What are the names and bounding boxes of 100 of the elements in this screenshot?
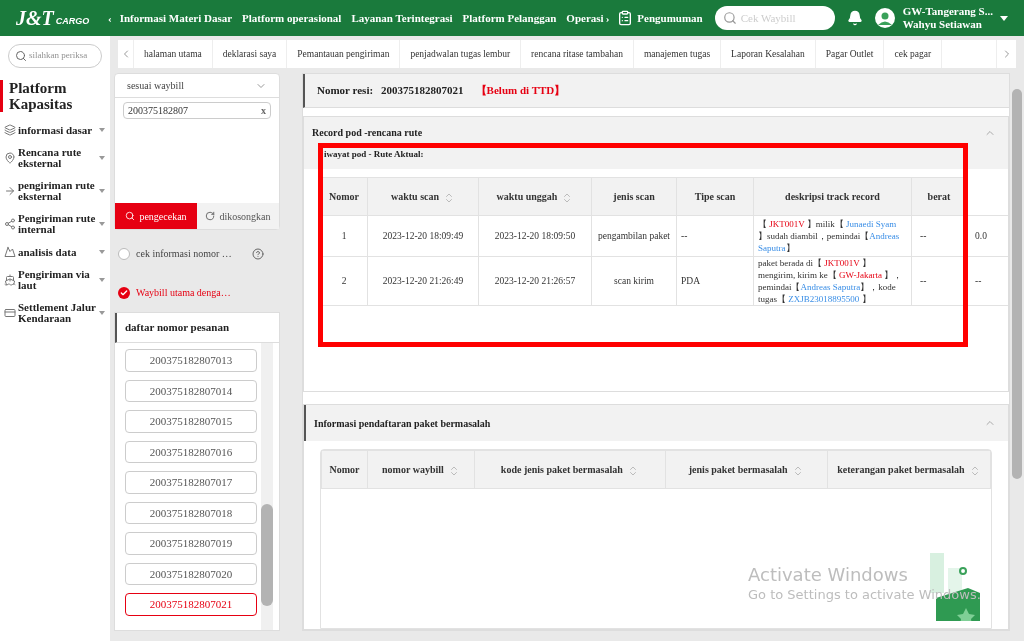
waybill-input[interactable]: 200375182807 x <box>123 102 271 119</box>
tab[interactable]: manajemen tugas <box>633 40 722 68</box>
announcement-link[interactable]: Pengumuman <box>637 9 703 27</box>
track-description: paket berada di【 JKT001V 】mengirim, kirim ke【 GW-Jakarta 】，pemindai【Andreas Saputra】，kode tugas【 ZXJB23018895500 】 <box>753 256 912 306</box>
order-number-item[interactable]: 200375182807018 <box>125 501 257 524</box>
column-header[interactable]: waktu unggah <box>478 177 592 216</box>
bell-icon[interactable] <box>846 10 863 26</box>
card-icon <box>4 307 16 319</box>
sidebar-item[interactable]: analisis data <box>0 246 110 258</box>
search-icon <box>125 211 136 221</box>
radio-button[interactable] <box>118 247 130 260</box>
order-number-item[interactable]: 200375182807016 <box>125 440 257 463</box>
tab[interactable]: cek pagar <box>884 40 943 68</box>
order-number-item[interactable]: 200375182807019 <box>125 532 257 555</box>
nav-item[interactable]: Platform operasional <box>242 9 342 27</box>
section-title: Record pod -rencana rute <box>312 126 423 140</box>
column-header: Tipe scan <box>676 177 754 216</box>
tab[interactable]: Pagar Outlet <box>815 40 885 68</box>
help-icon[interactable] <box>252 247 264 260</box>
receipt-label: Nomor resi: <box>317 83 374 99</box>
column-header[interactable]: kode jenis paket bermasalah <box>474 450 666 489</box>
order-number-item[interactable]: 200375182807017 <box>125 471 257 494</box>
order-number-item[interactable]: 200375182807020 <box>125 562 257 585</box>
tab[interactable]: deklarasi saya <box>212 40 288 68</box>
order-number-item[interactable]: 200375182807013 <box>125 349 257 372</box>
map-pin-icon <box>4 152 16 164</box>
user-name: Wahyu Setiawan <box>902 18 983 31</box>
nav-item[interactable]: Operasi <box>566 9 604 27</box>
sidebar-item[interactable]: pengiriman rute eksternal <box>0 180 110 202</box>
nav-item[interactable]: Layanan Terintegrasi <box>351 9 453 27</box>
order-number-item[interactable]: 200375182807014 <box>125 379 257 402</box>
caret-icon <box>98 126 106 134</box>
sidebar-item[interactable]: Pengiriman via laut <box>0 269 110 291</box>
column-header[interactable]: nomor waybill <box>367 450 475 489</box>
option-label: Waybill utama denga… <box>136 286 232 300</box>
scroll-left-button[interactable]: ‹ <box>108 9 112 27</box>
branch-icon <box>4 218 16 230</box>
caret-icon <box>98 220 106 228</box>
table-cell: 2023-12-20 18:09:50 <box>478 215 592 257</box>
check-button[interactable]: pengecekan <box>115 203 197 229</box>
order-number-item[interactable]: 200375182807021 <box>125 593 257 616</box>
radio-button[interactable] <box>118 286 130 299</box>
tab[interactable]: halaman utama <box>134 40 213 68</box>
receipt-status: 【Belum di TTD】 <box>475 83 566 99</box>
arrow-right-icon <box>4 185 16 197</box>
mode-select[interactable]: sesuai waybill <box>115 74 279 98</box>
tab[interactable]: penjadwalan tugas lembur <box>400 40 522 68</box>
receipt-number: 200375182807021 <box>381 83 464 99</box>
column-header: Nomor <box>320 177 368 216</box>
table-cell: scan kirim <box>591 256 677 306</box>
table-cell: -- <box>676 215 754 257</box>
column-header: Nomor <box>321 450 368 489</box>
scrollbar-thumb[interactable] <box>1012 89 1022 479</box>
sidebar-item[interactable]: Pengiriman rute internal <box>0 213 110 235</box>
column-header: deskripsi track record <box>753 177 912 216</box>
column-header: jenis scan <box>591 177 677 216</box>
reset-button[interactable]: dikosongkan <box>197 203 279 229</box>
table-cell: 2023-12-20 21:26:57 <box>478 256 592 306</box>
order-number-item[interactable]: 200375182807015 <box>125 410 257 433</box>
list-title: daftar nomor pesanan <box>115 313 279 343</box>
area-chart-icon <box>4 246 16 258</box>
caret-icon <box>98 248 106 256</box>
caret-icon[interactable] <box>1000 14 1008 22</box>
table-cell: 1 <box>320 215 368 257</box>
search-icon <box>15 50 27 62</box>
table-cell: 2 <box>320 256 368 306</box>
sidebar-title: Platform Kapasitas <box>0 80 110 112</box>
tab[interactable]: Laporan Kesalahan <box>721 40 816 68</box>
tab[interactable]: Pemantauan pengiriman <box>287 40 401 68</box>
nav-item[interactable]: Platform Pelanggan <box>462 9 557 27</box>
branch-name: GW-Tangerang S... <box>902 5 993 18</box>
search-icon <box>722 11 737 25</box>
scroll-right-button[interactable]: › <box>605 9 610 27</box>
sidebar-item[interactable]: informasi dasar <box>0 124 110 136</box>
layers-icon <box>4 124 16 136</box>
sidebar-item[interactable]: Rencana rute eksternal <box>0 147 110 169</box>
caret-icon <box>98 154 106 162</box>
section-subtitle: iwayat pod - Rute Aktual: <box>324 148 425 161</box>
avatar-icon[interactable] <box>874 8 895 28</box>
tab[interactable]: rencana ritase tambahan <box>521 40 634 68</box>
option-label: cek informasi nomor … <box>136 247 233 261</box>
table-cell: PDA <box>676 256 754 306</box>
column-header[interactable]: jenis paket bermasalah <box>665 450 828 489</box>
menu-search-field[interactable]: silahkan periksa <box>29 49 99 63</box>
logo[interactable]: J&TCARGO <box>16 8 108 28</box>
sidebar-item[interactable]: Settlement Jalur Kendaraan <box>0 302 110 324</box>
caret-icon <box>98 187 106 195</box>
nav-item[interactable]: Informasi Materi Dasar <box>119 9 233 27</box>
clear-button[interactable]: x <box>261 103 266 118</box>
ship-icon <box>4 274 16 286</box>
table-cell: 2023-12-20 21:26:49 <box>367 256 479 306</box>
column-header[interactable]: waktu scan <box>367 177 479 216</box>
section-title: Informasi pendaftaran paket bermasalah <box>314 416 491 431</box>
table-cell: 2023-12-20 18:09:49 <box>367 215 479 257</box>
scrollbar-thumb[interactable] <box>261 504 273 606</box>
column-header[interactable]: keterangan paket bermasalah <box>827 450 991 489</box>
caret-icon <box>98 309 106 317</box>
table-cell: pengambilan paket <box>591 215 677 257</box>
caret-icon <box>98 276 106 284</box>
clipboard-icon[interactable] <box>617 10 634 26</box>
